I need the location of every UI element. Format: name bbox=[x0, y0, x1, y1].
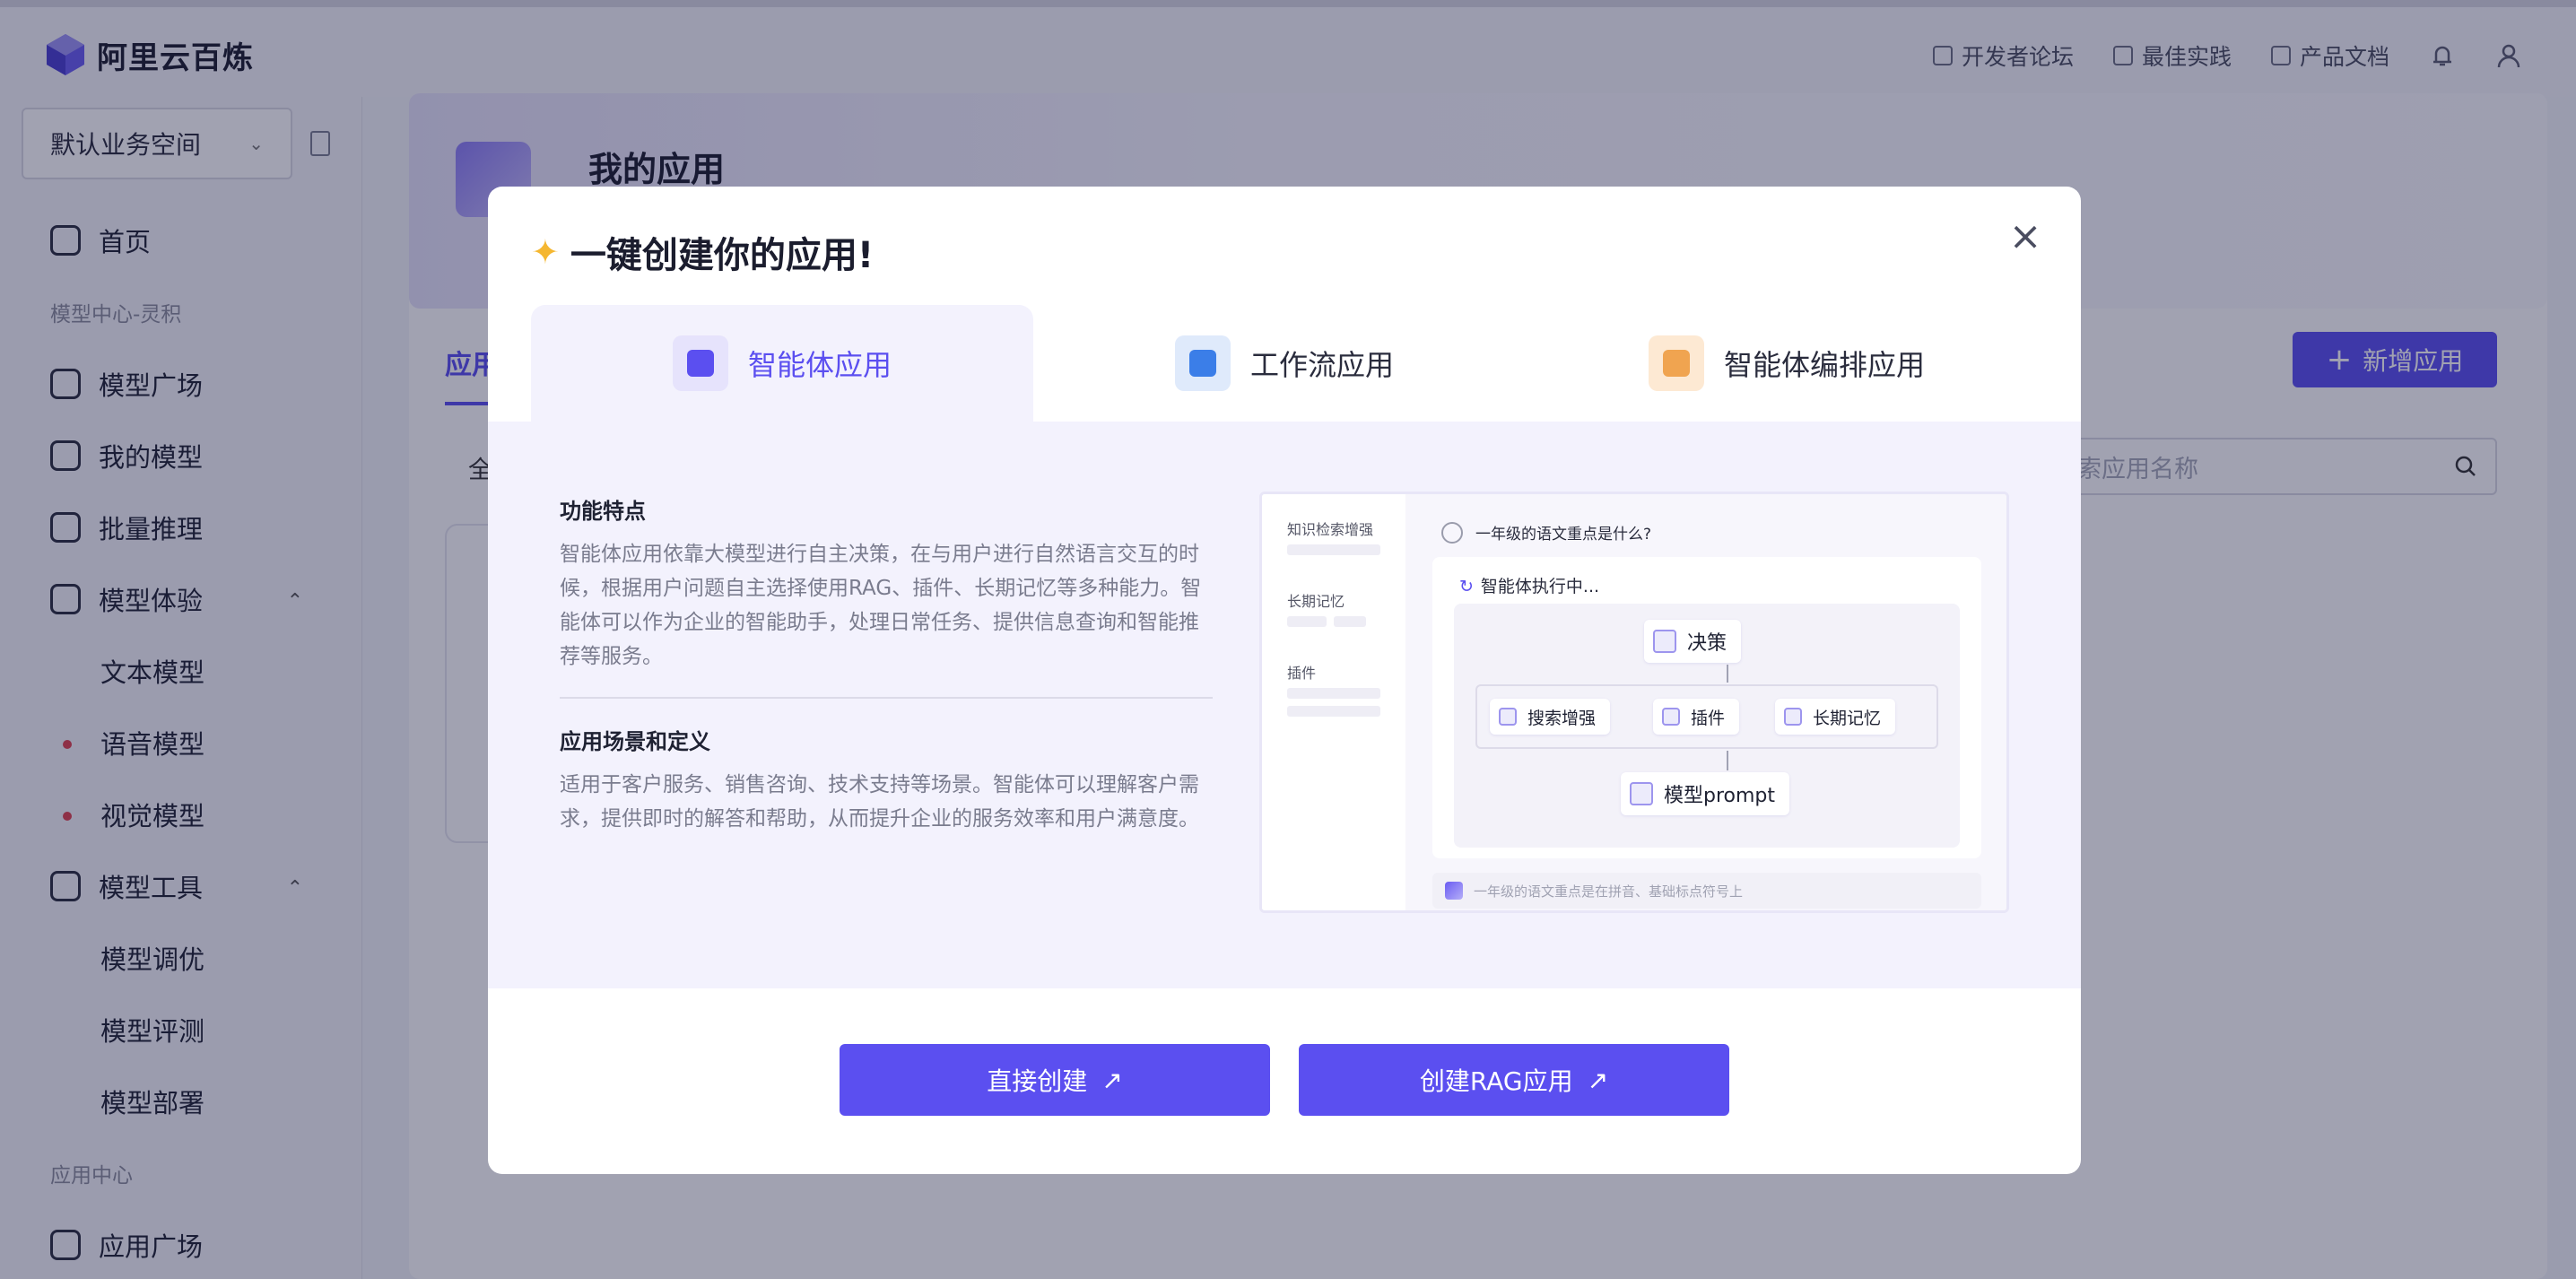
modal-title: ✦ 一键创建你的应用! bbox=[531, 226, 874, 278]
illustration-answer: 一年级的语文重点是在拼音、基础标点符号上 bbox=[1432, 873, 1981, 909]
features-text: 智能体应用依靠大模型进行自主决策，在与用户进行自然语言交互的时候，根据用户问题自… bbox=[560, 543, 1202, 668]
tab-label: 工作流应用 bbox=[1249, 348, 1394, 382]
running-text: 智能体执行中... bbox=[1480, 577, 1600, 596]
node-decision: 决策 bbox=[1644, 620, 1742, 663]
workflow-icon bbox=[1174, 335, 1231, 391]
close-button[interactable]: × bbox=[2007, 217, 2043, 257]
loading-icon: ↻ bbox=[1459, 577, 1474, 596]
scenario-text: 适用于客户服务、销售咨询、技术支持等场景。智能体可以理解客户需求，提供即时的解答… bbox=[560, 773, 1199, 831]
create-app-modal: ✦ 一键创建你的应用! × 智能体应用 工作流应用 智能体编排应用 功能特点 智… bbox=[488, 187, 2081, 1174]
user-avatar-icon bbox=[1441, 521, 1463, 544]
tab-label: 智能体编排应用 bbox=[1723, 348, 1925, 382]
placeholder-bar bbox=[1334, 616, 1366, 627]
node-rag: 搜索增强 bbox=[1490, 699, 1611, 735]
bot-icon bbox=[1445, 882, 1463, 900]
divider bbox=[560, 697, 1213, 699]
node-label: 决策 bbox=[1687, 632, 1727, 655]
illustration-side-label: 长期记忆 bbox=[1287, 593, 1345, 610]
external-arrow-icon: ↗ bbox=[1587, 1065, 1609, 1095]
placeholder-bar bbox=[1287, 706, 1380, 717]
flow-arrow bbox=[1727, 751, 1728, 770]
modal-title-text: 一键创建你的应用! bbox=[570, 235, 875, 276]
description: 功能特点 智能体应用依靠大模型进行自主决策，在与用户进行自然语言交互的时候，根据… bbox=[560, 493, 1213, 836]
button-label: 直接创建 bbox=[987, 1066, 1088, 1096]
illustration-answer-card: ↻ 智能体执行中... 决策 搜索增强 插件 长期记忆 模型prompt bbox=[1432, 557, 1981, 858]
plugin-icon bbox=[1662, 708, 1680, 726]
app-type-tabs: 智能体应用 工作流应用 智能体编排应用 bbox=[531, 305, 2038, 422]
node-memory: 长期记忆 bbox=[1775, 699, 1896, 735]
tab-agent-app[interactable]: 智能体应用 bbox=[531, 305, 1033, 422]
node-label: 长期记忆 bbox=[1813, 708, 1882, 728]
external-arrow-icon: ↗ bbox=[1101, 1065, 1123, 1095]
illustration-sidebar: 知识检索增强 长期记忆 插件 bbox=[1262, 494, 1405, 910]
tab-label: 智能体应用 bbox=[747, 348, 892, 382]
illustration-side-label: 知识检索增强 bbox=[1287, 521, 1374, 538]
prompt-icon bbox=[1630, 782, 1653, 805]
sparkle-icon: ✦ bbox=[531, 232, 560, 272]
features-heading: 功能特点 bbox=[560, 499, 646, 524]
close-icon: × bbox=[2008, 213, 2042, 259]
answer-text: 一年级的语文重点是在拼音、基础标点符号上 bbox=[1474, 883, 1744, 900]
node-plugin: 插件 bbox=[1653, 699, 1740, 735]
question-text: 一年级的语文重点是什么? bbox=[1475, 526, 1652, 544]
modal-actions: 直接创建 ↗ 创建RAG应用 ↗ bbox=[840, 1044, 1729, 1116]
node-prompt: 模型prompt bbox=[1621, 772, 1790, 815]
running-status: ↻ 智能体执行中... bbox=[1459, 573, 1599, 597]
illustration-main: 一年级的语文重点是什么? ↻ 智能体执行中... 决策 搜索增强 插件 长期记忆 … bbox=[1405, 494, 2006, 910]
node-label: 模型prompt bbox=[1664, 785, 1776, 807]
rag-icon bbox=[1499, 708, 1517, 726]
direct-create-button[interactable]: 直接创建 ↗ bbox=[840, 1044, 1270, 1116]
node-label: 搜索增强 bbox=[1527, 708, 1597, 728]
flow-diagram: 决策 搜索增强 插件 长期记忆 模型prompt bbox=[1454, 604, 1960, 848]
placeholder-bar bbox=[1287, 544, 1380, 555]
decision-icon bbox=[1653, 630, 1676, 653]
scenario-heading: 应用场景和定义 bbox=[560, 729, 710, 754]
placeholder-bar bbox=[1287, 688, 1380, 699]
agent-illustration: 知识检索增强 长期记忆 插件 一年级的语文重点是什么? ↻ 智能体执行中... 决… bbox=[1259, 492, 2009, 913]
orchestration-icon bbox=[1648, 335, 1704, 391]
flow-arrow bbox=[1727, 665, 1728, 683]
create-rag-app-button[interactable]: 创建RAG应用 ↗ bbox=[1299, 1044, 1729, 1116]
placeholder-bar bbox=[1287, 616, 1327, 627]
memory-icon bbox=[1784, 708, 1802, 726]
illustration-side-label: 插件 bbox=[1287, 665, 1317, 682]
tab-panel: 功能特点 智能体应用依靠大模型进行自主决策，在与用户进行自然语言交互的时候，根据… bbox=[488, 422, 2081, 988]
tab-orchestration-app[interactable]: 智能体编排应用 bbox=[1536, 305, 2038, 422]
illustration-question: 一年级的语文重点是什么? bbox=[1441, 521, 1651, 544]
node-label: 插件 bbox=[1691, 708, 1726, 728]
agent-icon bbox=[672, 335, 728, 391]
tab-workflow-app[interactable]: 工作流应用 bbox=[1033, 305, 1536, 422]
button-label: 创建RAG应用 bbox=[1419, 1066, 1573, 1096]
capability-group: 搜索增强 插件 长期记忆 bbox=[1475, 684, 1938, 749]
